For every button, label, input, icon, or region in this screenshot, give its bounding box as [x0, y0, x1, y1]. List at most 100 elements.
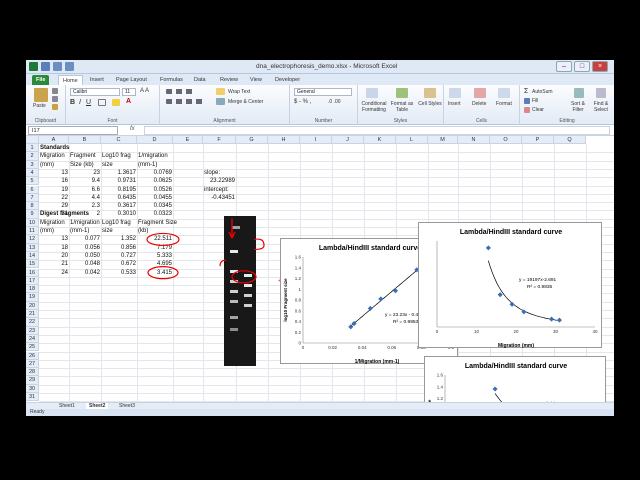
- column-header-j[interactable]: J: [332, 136, 364, 144]
- autosum-button[interactable]: AutoSum: [532, 89, 553, 95]
- delete-cells-icon[interactable]: [474, 88, 486, 98]
- align-top-icons[interactable]: [166, 89, 196, 94]
- column-header-l[interactable]: L: [396, 136, 428, 144]
- formula-input[interactable]: [144, 126, 610, 135]
- insert-button[interactable]: Insert: [448, 101, 461, 107]
- tab-file[interactable]: File: [32, 75, 50, 85]
- clear-button[interactable]: Clear: [532, 107, 544, 113]
- sort-filter-icon[interactable]: [574, 88, 584, 98]
- tab-view[interactable]: View: [246, 75, 266, 85]
- fill-color-icon[interactable]: [112, 99, 120, 106]
- cell-styles-button[interactable]: Cell Styles: [418, 101, 442, 107]
- currency-icon[interactable]: $ - % ,: [294, 99, 311, 105]
- tab-formulas[interactable]: Formulas: [156, 75, 187, 85]
- minimize-button[interactable]: –: [556, 61, 572, 72]
- maximize-button[interactable]: □: [574, 61, 590, 72]
- conditional-formatting-button[interactable]: Conditional Formatting: [360, 101, 388, 113]
- select-all-corner[interactable]: [26, 136, 39, 144]
- row-header-31[interactable]: 31: [26, 393, 39, 402]
- column-header-n[interactable]: N: [458, 136, 490, 144]
- row-header-12[interactable]: 12: [26, 235, 39, 244]
- bold-icon[interactable]: B: [70, 99, 75, 106]
- worksheet-grid[interactable]: A B C D E F G H I J K L M N O P Q 1 2 3 4 5 6 7 8 9 10 11 12 13 14 15 16…: [26, 136, 614, 416]
- borders-icon[interactable]: [98, 99, 106, 106]
- column-header-e[interactable]: E: [173, 136, 203, 144]
- row-header-8[interactable]: 8: [26, 202, 39, 211]
- italic-icon[interactable]: I: [79, 99, 81, 106]
- delete-button[interactable]: Delete: [472, 101, 486, 107]
- column-header-o[interactable]: O: [490, 136, 522, 144]
- tab-data[interactable]: Data: [190, 75, 210, 85]
- eraser-icon[interactable]: [524, 107, 530, 113]
- row-header-11[interactable]: 11: [26, 227, 39, 236]
- name-box[interactable]: I17: [28, 126, 118, 135]
- chart-2[interactable]: Lambda/HindIII standard curve 0 10 20 30 40 Mi…: [418, 222, 602, 349]
- row-header-14[interactable]: 14: [26, 251, 39, 261]
- wrap-text-icon[interactable]: [216, 88, 225, 95]
- font-color-icon[interactable]: A: [126, 98, 131, 105]
- wrap-text-button[interactable]: Wrap Text: [228, 89, 250, 95]
- align-left-icons[interactable]: [166, 99, 206, 104]
- row-header-13[interactable]: 13: [26, 243, 39, 252]
- fill-button[interactable]: Fill: [532, 98, 538, 104]
- grow-font-icon[interactable]: A A: [140, 88, 149, 94]
- paste-icon[interactable]: [34, 88, 48, 102]
- redo-icon[interactable]: [65, 62, 74, 71]
- row-header-20[interactable]: 20: [26, 301, 39, 310]
- insert-cells-icon[interactable]: [449, 88, 461, 98]
- column-header-q[interactable]: Q: [554, 136, 586, 144]
- column-header-b[interactable]: B: [69, 136, 101, 144]
- column-header-a[interactable]: A: [39, 136, 69, 144]
- row-header-4[interactable]: 4: [26, 168, 39, 178]
- column-header-m[interactable]: M: [428, 136, 458, 144]
- row-header-23[interactable]: 23: [26, 326, 39, 335]
- find-select-icon[interactable]: [596, 88, 606, 98]
- tab-developer[interactable]: Developer: [271, 75, 304, 85]
- row-header-3[interactable]: 3: [26, 160, 39, 169]
- merge-center-icon[interactable]: [216, 98, 225, 105]
- cell-styles-icon[interactable]: [424, 88, 436, 98]
- row-header-1[interactable]: 1: [26, 144, 39, 153]
- cut-icon[interactable]: [52, 88, 58, 94]
- row-header-5[interactable]: 5: [26, 177, 39, 186]
- column-header-i[interactable]: I: [300, 136, 332, 144]
- row-header-17[interactable]: 17: [26, 276, 39, 286]
- row-header-29[interactable]: 29: [26, 376, 39, 385]
- sigma-icon[interactable]: Σ: [524, 88, 528, 95]
- underline-icon[interactable]: U: [86, 99, 91, 106]
- column-header-d[interactable]: D: [137, 136, 173, 144]
- row-header-22[interactable]: 22: [26, 318, 39, 327]
- tab-review[interactable]: Review: [216, 75, 242, 85]
- row-header-26[interactable]: 26: [26, 351, 39, 360]
- column-header-c[interactable]: C: [101, 136, 137, 144]
- find-select-button[interactable]: Find & Select: [590, 101, 612, 113]
- format-button[interactable]: Format: [496, 101, 512, 107]
- row-header-16[interactable]: 16: [26, 268, 39, 277]
- column-header-g[interactable]: G: [236, 136, 268, 144]
- copy-icon[interactable]: [52, 96, 58, 102]
- paste-button[interactable]: Paste: [33, 103, 46, 109]
- conditional-formatting-icon[interactable]: [366, 88, 378, 98]
- row-header-30[interactable]: 30: [26, 384, 39, 393]
- font-name-select[interactable]: Calibri: [70, 88, 120, 96]
- sort-filter-button[interactable]: Sort & Filter: [566, 101, 590, 113]
- row-header-18[interactable]: 18: [26, 285, 39, 294]
- row-header-28[interactable]: 28: [26, 368, 39, 377]
- row-header-21[interactable]: 21: [26, 310, 39, 319]
- row-header-27[interactable]: 27: [26, 359, 39, 369]
- fx-icon[interactable]: fx: [130, 126, 135, 132]
- column-header-f[interactable]: F: [203, 136, 236, 144]
- tab-home[interactable]: Home: [58, 75, 83, 85]
- font-size-select[interactable]: 11: [122, 88, 136, 96]
- row-header-24[interactable]: 24: [26, 334, 39, 344]
- number-format-select[interactable]: General: [294, 88, 352, 96]
- decimal-icon[interactable]: .0 .00: [328, 99, 341, 105]
- fill-icon[interactable]: [524, 98, 530, 104]
- row-header-2[interactable]: 2: [26, 152, 39, 161]
- column-header-p[interactable]: P: [522, 136, 554, 144]
- row-header-6[interactable]: 6: [26, 185, 39, 194]
- format-as-table-button[interactable]: Format as Table: [388, 101, 416, 113]
- format-cells-icon[interactable]: [498, 88, 510, 98]
- format-table-icon[interactable]: [396, 88, 408, 98]
- close-button[interactable]: ×: [592, 61, 608, 72]
